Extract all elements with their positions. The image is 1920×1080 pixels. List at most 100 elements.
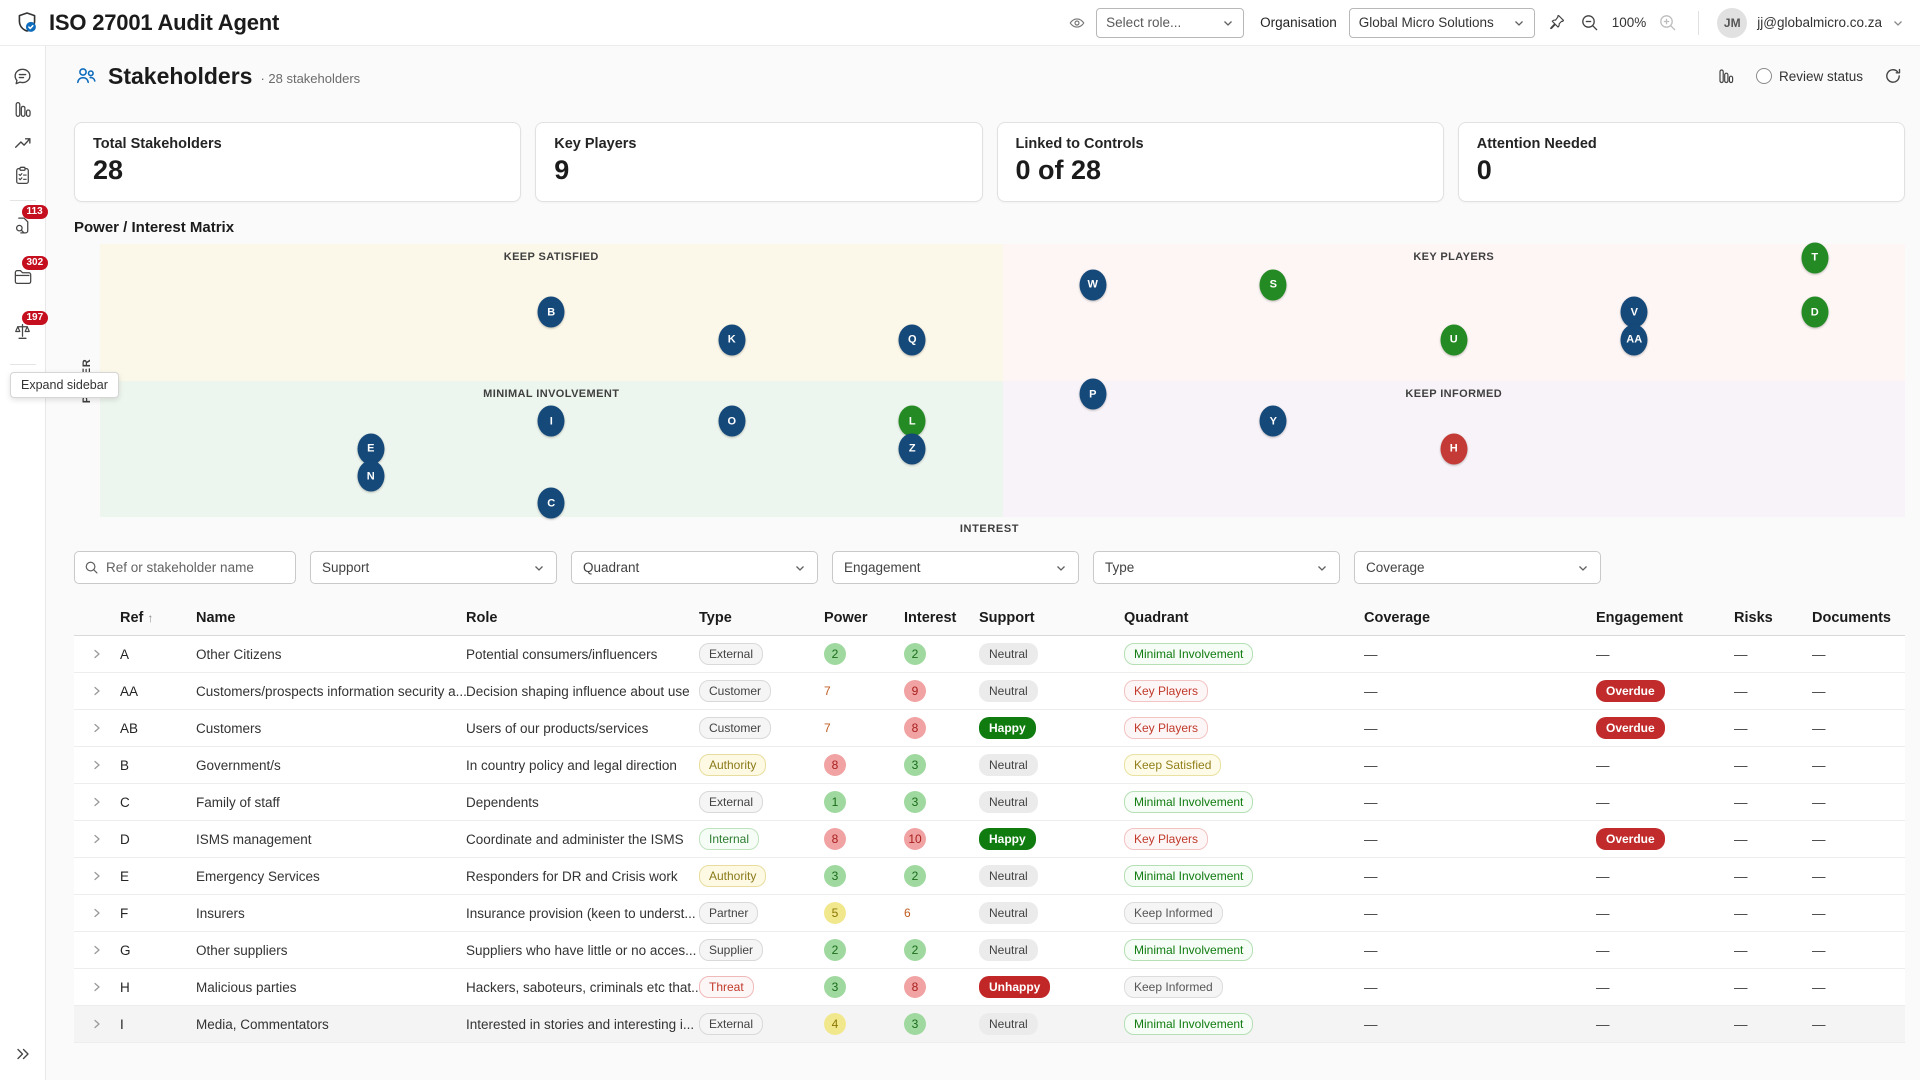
cell-documents: — xyxy=(1812,758,1898,773)
type-chip: Threat xyxy=(699,976,754,998)
row-expand-chevron-icon[interactable] xyxy=(74,648,120,660)
cell-power: 3 xyxy=(824,976,904,998)
zoom-level: 100% xyxy=(1612,15,1647,30)
power-value: 8 xyxy=(824,828,846,850)
zoom-out-icon[interactable] xyxy=(1578,11,1602,35)
support-chip: Happy xyxy=(979,717,1036,739)
clipboard-icon xyxy=(12,165,33,186)
matrix-point-Q[interactable]: Q xyxy=(899,324,926,355)
cell-coverage: — xyxy=(1364,795,1596,810)
sidebar-item-tasks[interactable] xyxy=(6,159,40,192)
chevron-down-icon xyxy=(1055,562,1067,574)
sidebar-item-evidence[interactable]: 302 xyxy=(6,260,40,293)
sidebar-item-poll[interactable] xyxy=(6,93,40,126)
matrix-point-Y[interactable]: Y xyxy=(1260,406,1287,437)
cell-support: Happy xyxy=(979,828,1124,850)
matrix-point-N[interactable]: N xyxy=(357,461,384,492)
pin-icon[interactable] xyxy=(1545,11,1568,34)
organisation-dropdown[interactable]: Global Micro Solutions xyxy=(1349,8,1535,38)
col-name[interactable]: Name xyxy=(196,610,466,626)
col-coverage[interactable]: Coverage xyxy=(1364,610,1596,626)
col-support[interactable]: Support xyxy=(979,610,1124,626)
matrix-point-C[interactable]: C xyxy=(538,488,565,519)
filter-type[interactable]: Type xyxy=(1093,551,1340,584)
row-expand-chevron-icon[interactable] xyxy=(74,907,120,919)
table-row-H: HMalicious partiesHackers, saboteurs, cr… xyxy=(74,969,1905,1006)
filter-engagement[interactable]: Engagement xyxy=(832,551,1079,584)
search-input[interactable] xyxy=(106,560,286,575)
matrix-point-B[interactable]: B xyxy=(538,297,565,328)
col-risks[interactable]: Risks xyxy=(1734,610,1812,626)
cell-power: 7 xyxy=(824,680,904,702)
stakeholder-search[interactable] xyxy=(74,551,296,584)
row-expand-chevron-icon[interactable] xyxy=(74,796,120,808)
cell-name: Malicious parties xyxy=(196,980,466,995)
select-role-dropdown[interactable]: Select role... xyxy=(1096,8,1244,38)
chart-view-icon[interactable] xyxy=(1714,64,1738,88)
matrix-point-T[interactable]: T xyxy=(1801,242,1828,273)
matrix-point-O[interactable]: O xyxy=(718,406,745,437)
matrix-point-AA[interactable]: AA xyxy=(1621,324,1648,355)
table-row-G: GOther suppliersSuppliers who have littl… xyxy=(74,932,1905,969)
matrix-point-H[interactable]: H xyxy=(1440,433,1467,464)
cell-interest: 2 xyxy=(904,865,979,887)
col-quadrant[interactable]: Quadrant xyxy=(1124,610,1364,626)
row-expand-chevron-icon[interactable] xyxy=(74,685,120,697)
row-expand-chevron-icon[interactable] xyxy=(74,981,120,993)
avatar[interactable]: JM xyxy=(1717,8,1747,38)
cell-ref: A xyxy=(120,647,196,662)
row-expand-chevron-icon[interactable] xyxy=(74,833,120,845)
filter-coverage[interactable]: Coverage xyxy=(1354,551,1601,584)
sidebar-item-chat[interactable] xyxy=(6,60,40,93)
matrix-point-P[interactable]: P xyxy=(1079,379,1106,410)
col-role[interactable]: Role xyxy=(466,610,699,626)
filter-support[interactable]: Support xyxy=(310,551,557,584)
cell-coverage: — xyxy=(1364,647,1596,662)
power-value: 8 xyxy=(824,754,846,776)
matrix-point-Z[interactable]: Z xyxy=(899,433,926,464)
filter-quadrant[interactable]: Quadrant xyxy=(571,551,818,584)
cell-ref: AB xyxy=(120,721,196,736)
col-interest[interactable]: Interest xyxy=(904,610,979,626)
search-icon xyxy=(84,560,99,575)
zoom-in-icon[interactable] xyxy=(1656,11,1680,35)
chevron-double-right-icon xyxy=(13,1044,33,1064)
sidebar-item-risks[interactable]: 197 xyxy=(6,315,40,348)
cell-engagement: Overdue xyxy=(1596,680,1734,702)
row-expand-chevron-icon[interactable] xyxy=(74,870,120,882)
matrix-point-I[interactable]: I xyxy=(538,406,565,437)
sidebar-item-reviews[interactable]: 113 xyxy=(6,209,40,242)
col-documents[interactable]: Documents xyxy=(1812,610,1898,626)
engagement-chip: Overdue xyxy=(1596,680,1665,702)
cell-documents: — xyxy=(1812,906,1898,921)
cell-name: Emergency Services xyxy=(196,869,466,884)
refresh-icon[interactable] xyxy=(1881,64,1905,88)
expand-sidebar-button[interactable] xyxy=(6,1037,40,1070)
col-ref[interactable]: Ref↑ xyxy=(120,610,196,626)
review-status-toggle[interactable]: Review status xyxy=(1756,68,1863,84)
support-chip: Neutral xyxy=(979,643,1038,665)
sidebar-item-trends[interactable] xyxy=(6,126,40,159)
col-power[interactable]: Power xyxy=(824,610,904,626)
matrix-point-S[interactable]: S xyxy=(1260,269,1287,300)
col-type[interactable]: Type xyxy=(699,610,824,626)
user-menu-chevron-icon[interactable] xyxy=(1892,17,1904,29)
cell-coverage: — xyxy=(1364,943,1596,958)
row-expand-chevron-icon[interactable] xyxy=(74,759,120,771)
row-expand-chevron-icon[interactable] xyxy=(74,722,120,734)
matrix-point-W[interactable]: W xyxy=(1079,269,1106,300)
page-title: Stakeholders xyxy=(108,63,252,90)
cell-engagement: — xyxy=(1596,647,1734,662)
cell-role: In country policy and legal direction xyxy=(466,758,699,773)
type-chip: Authority xyxy=(699,865,766,887)
matrix-point-K[interactable]: K xyxy=(718,324,745,355)
cell-engagement: — xyxy=(1596,869,1734,884)
row-expand-chevron-icon[interactable] xyxy=(74,1018,120,1030)
col-engagement[interactable]: Engagement xyxy=(1596,610,1734,626)
support-chip: Neutral xyxy=(979,680,1038,702)
table-row-D: DISMS managementCoordinate and administe… xyxy=(74,821,1905,858)
matrix-point-D[interactable]: D xyxy=(1801,297,1828,328)
cell-interest: 3 xyxy=(904,791,979,813)
matrix-point-U[interactable]: U xyxy=(1440,324,1467,355)
row-expand-chevron-icon[interactable] xyxy=(74,944,120,956)
